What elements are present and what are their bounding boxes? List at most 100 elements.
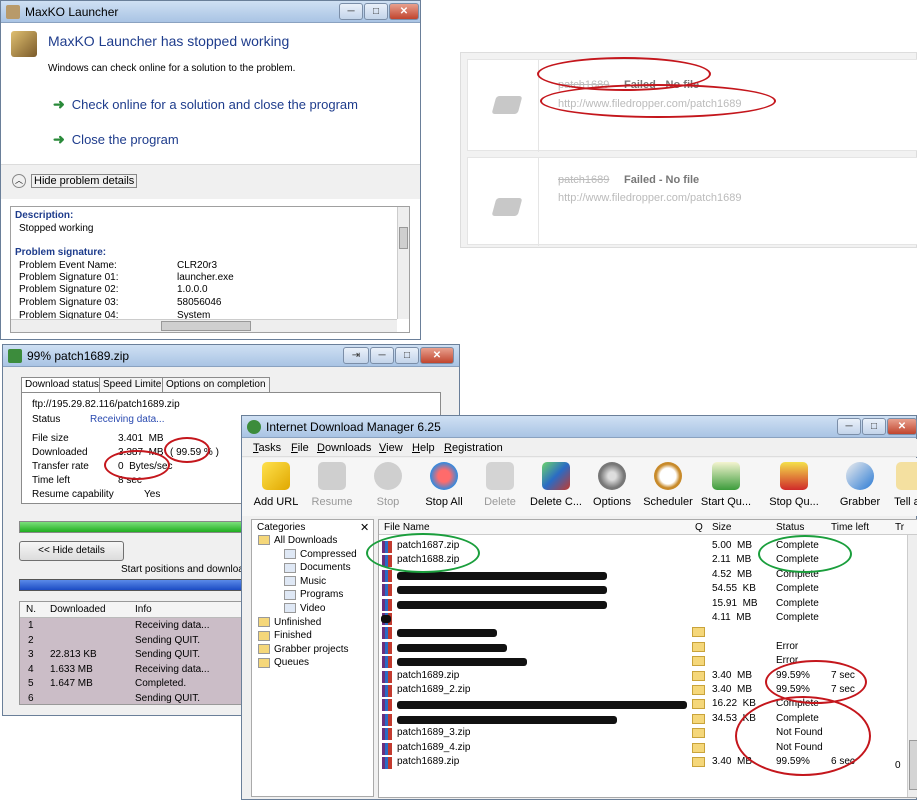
zip-file-icon: [382, 699, 392, 712]
maximize-button[interactable]: □: [862, 418, 886, 435]
file-url[interactable]: http://www.filedropper.com/patch1689: [558, 192, 741, 204]
download-row[interactable]: Error: [379, 641, 907, 656]
maxko-error-dialog: MaxKO Launcher ─ □ ✕ MaxKO Launcher has …: [0, 0, 421, 340]
failed-item[interactable]: patch1689 Failed - No file http://www.fi…: [467, 157, 917, 246]
tab-speed-limiter[interactable]: Speed Limiter: [99, 377, 169, 393]
sig-value: launcher.exe: [177, 272, 234, 283]
conn-number: 1: [28, 620, 34, 631]
download-row[interactable]: patch1688.zip 2.11 MB Complete: [379, 554, 907, 569]
chevron-up-icon[interactable]: ︿: [12, 174, 26, 188]
error-heading: MaxKO Launcher has stopped working: [48, 33, 290, 49]
check-online-option[interactable]: ➜ Check online for a solution and close …: [53, 96, 358, 113]
file-broken-icon: [491, 198, 523, 216]
download-row[interactable]: 4.11 MB Complete: [379, 612, 907, 627]
category-item[interactable]: Video: [284, 603, 325, 614]
category-item[interactable]: Finished: [258, 630, 312, 641]
resume-icon: [318, 462, 346, 490]
download-row[interactable]: patch1687.zip 5.00 MB Complete: [379, 540, 907, 555]
column-header[interactable]: Size: [712, 522, 731, 533]
tab-download-status[interactable]: Download status: [21, 377, 103, 393]
minimize-button[interactable]: ─: [370, 347, 394, 364]
categories-header: Categories: [257, 522, 306, 533]
folder-icon: [258, 630, 270, 641]
hide-details-button[interactable]: << Hide details: [19, 541, 124, 561]
hide-to-tray-button[interactable]: ⇥: [343, 347, 369, 364]
download-row[interactable]: 34.53 KB Complete: [379, 713, 907, 728]
horizontal-scrollbar[interactable]: [11, 319, 397, 332]
download-status: Not Found: [776, 741, 823, 753]
category-item[interactable]: Queues: [258, 657, 309, 668]
menu-help[interactable]: Help: [412, 442, 435, 454]
download-row[interactable]: 16.22 KB Complete: [379, 698, 907, 713]
menu-file[interactable]: File: [291, 442, 309, 454]
file-name: patch1689: [558, 79, 610, 91]
trash-completed-icon: [542, 462, 570, 490]
stop-all-icon: [430, 462, 458, 490]
column-header[interactable]: Q: [695, 522, 703, 533]
menu-registration[interactable]: Registration: [444, 442, 503, 454]
vertical-scrollbar[interactable]: [907, 535, 917, 797]
menu-view[interactable]: View: [379, 442, 403, 454]
download-row[interactable]: 4.52 MB Complete: [379, 569, 907, 584]
download-row[interactable]: patch1689_2.zip 3.40 MB 99.59% 7 sec: [379, 684, 907, 699]
column-header[interactable]: Tr: [895, 522, 904, 533]
close-button[interactable]: ✕: [389, 3, 419, 20]
field-value: 3.387 MB: [118, 447, 164, 458]
close-program-option[interactable]: ➜ Close the program: [53, 131, 179, 148]
download-row[interactable]: patch1689_3.zip Not Found: [379, 727, 907, 742]
minimize-button[interactable]: ─: [837, 418, 861, 435]
category-item[interactable]: Music: [284, 576, 326, 587]
zip-file-icon: [382, 656, 392, 669]
column-header[interactable]: File Name: [384, 522, 430, 533]
category-item[interactable]: Grabber projects: [258, 644, 348, 655]
menu-downloads[interactable]: Downloads: [317, 442, 371, 454]
maximize-button[interactable]: □: [364, 3, 388, 20]
stop-queue-button[interactable]: Stop Qu...: [766, 458, 822, 516]
tab-options-on-completion[interactable]: Options on completion: [162, 377, 270, 393]
category-item[interactable]: Documents: [284, 562, 351, 573]
download-row[interactable]: 54.55 KB Complete: [379, 583, 907, 598]
zip-file-icon: [382, 641, 392, 654]
zip-file-icon: [382, 598, 392, 611]
conn-downloaded: 1.633 MB: [50, 663, 93, 675]
conn-number: 5: [28, 678, 34, 689]
file-url[interactable]: http://www.filedropper.com/patch1689: [558, 98, 741, 110]
sig-row: Problem Signature 03:: [19, 297, 119, 308]
download-row[interactable]: patch1689.zip 3.40 MB 99.59% 7 sec: [379, 670, 907, 685]
time-left: 7 sec: [831, 669, 855, 681]
zip-file-icon: [382, 728, 392, 741]
folder-icon: [692, 742, 705, 753]
close-icon[interactable]: ✕: [360, 521, 369, 534]
menu-tasks[interactable]: Tasks: [253, 442, 281, 454]
maximize-button[interactable]: □: [395, 347, 419, 364]
download-row[interactable]: patch1689_4.zip Not Found: [379, 742, 907, 757]
start-queue-icon: [712, 462, 740, 490]
start-queue-button[interactable]: Start Qu...: [698, 458, 754, 516]
category-item[interactable]: Unfinished: [258, 617, 321, 628]
download-row[interactable]: 15.91 MB Complete: [379, 598, 907, 613]
tell-a-friend-button[interactable]: Tell a f: [882, 458, 917, 516]
column-header[interactable]: Time left: [831, 522, 869, 533]
category-item[interactable]: All Downloads: [258, 535, 337, 546]
category-item[interactable]: Compressed: [284, 549, 357, 560]
description-value: Stopped working: [19, 223, 94, 234]
download-row[interactable]: [379, 626, 907, 641]
close-button[interactable]: ✕: [420, 347, 454, 364]
download-status: 99.59%: [776, 669, 810, 681]
error-app-icon: [11, 31, 37, 57]
hide-details-toggle[interactable]: Hide problem details: [31, 174, 138, 188]
vertical-scrollbar[interactable]: [397, 207, 409, 319]
category-label: Documents: [300, 562, 351, 574]
minimize-button[interactable]: ─: [339, 3, 363, 20]
download-row[interactable]: patch1689.zip 3.40 MB 99.59% 6 sec: [379, 756, 907, 771]
conn-number: 4: [28, 663, 34, 675]
zip-file-icon: [382, 742, 392, 755]
file-name: patch1687.zip: [397, 540, 460, 551]
close-button[interactable]: ✕: [887, 418, 917, 435]
download-row[interactable]: Error: [379, 655, 907, 670]
failed-item[interactable]: patch1689 Failed - No file http://www.fi…: [467, 59, 917, 152]
category-item[interactable]: Programs: [284, 589, 343, 600]
file-name: patch1689.zip: [397, 756, 460, 767]
download-status: Error: [776, 655, 799, 667]
column-header[interactable]: Status: [776, 522, 804, 533]
